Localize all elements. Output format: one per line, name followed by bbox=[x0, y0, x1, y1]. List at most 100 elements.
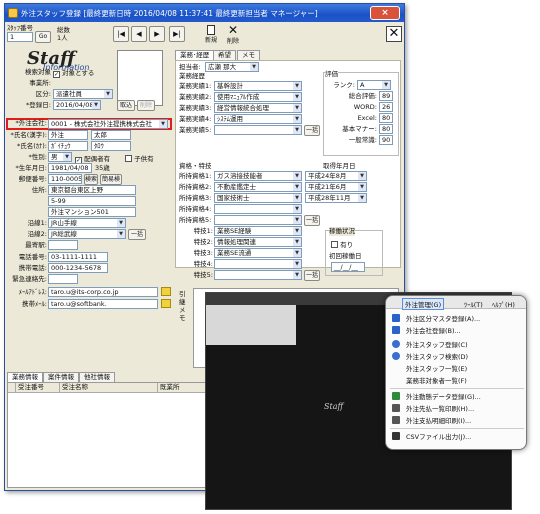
qual5-select[interactable]: ▼ bbox=[214, 215, 302, 225]
rank-select[interactable]: A ▼ bbox=[357, 80, 391, 90]
line1-select[interactable]: JR山手線 ▼ bbox=[48, 218, 126, 228]
menu-item-csv-export[interactable]: CSVファイル出力(J)... bbox=[392, 432, 471, 442]
regdate-import-button[interactable]: 取込 bbox=[117, 100, 135, 111]
prev-record-button[interactable]: ◀ bbox=[131, 26, 147, 42]
zip-simple-button[interactable]: 簡易検 bbox=[100, 174, 122, 185]
first-name-input[interactable]: 太郎 bbox=[91, 130, 131, 140]
zip-search-button[interactable]: 検索 bbox=[84, 174, 98, 185]
emergency-input[interactable] bbox=[48, 274, 78, 284]
regdate-input[interactable]: 2016/04/08 ▼ bbox=[53, 100, 101, 110]
status-label: 稼働状況 bbox=[329, 227, 355, 236]
tab-other-info[interactable]: 他社情報 bbox=[79, 372, 115, 382]
col-order-no[interactable]: 受注番号 bbox=[16, 383, 60, 393]
job2-select[interactable]: 使用ﾏﾆｭｱﾙ作成 ▼ bbox=[214, 92, 302, 102]
staff-no-input[interactable]: 1 bbox=[7, 32, 33, 42]
mobmail-input[interactable]: taro.u@softbank. bbox=[48, 299, 158, 309]
job4-label: 業務実績4: bbox=[179, 115, 212, 123]
tab-memo[interactable]: メモ bbox=[237, 50, 260, 60]
skill3-select[interactable]: 業務SE流通 ▼ bbox=[214, 248, 302, 258]
skill5-select[interactable]: ▼ bbox=[214, 270, 302, 280]
qual2-date[interactable]: 平成21年6月 ▼ bbox=[305, 182, 367, 192]
menu-item-dynamics-data[interactable]: 外注動態データ登録(G)... bbox=[392, 392, 481, 402]
mobmail-icon[interactable] bbox=[161, 299, 171, 308]
last-name-input[interactable]: 外注 bbox=[48, 130, 88, 140]
addr1-input[interactable]: 東京都台東区上野 bbox=[48, 185, 136, 195]
skill4-select[interactable]: ▼ bbox=[214, 259, 302, 269]
skill1-select[interactable]: 業務SE経験 ▼ bbox=[214, 226, 302, 236]
qual-bulk-button[interactable]: 一括 bbox=[304, 215, 320, 226]
tab-wish[interactable]: 希望 bbox=[213, 50, 236, 60]
qual3-select[interactable]: 国家技術士 ▼ bbox=[214, 193, 302, 203]
status-checkbox[interactable]: 有り bbox=[331, 239, 353, 249]
next-record-button[interactable]: ▶ bbox=[149, 26, 165, 42]
job3-select[interactable]: 経営情報統合処理 ▼ bbox=[214, 103, 302, 113]
mail-input[interactable]: taro.u@its-corp.co.jp bbox=[48, 287, 158, 297]
menu-item-company-registration[interactable]: 外注会社登録(B)... bbox=[392, 326, 461, 336]
qual4-select[interactable]: ▼ bbox=[214, 204, 302, 214]
printer-icon bbox=[392, 404, 400, 412]
addr3-input[interactable]: 外注マンション501 bbox=[48, 207, 136, 217]
menu-item-payment-detail-print[interactable]: 外注支払明細印刷(I)... bbox=[392, 416, 471, 426]
score3-input[interactable]: 80 bbox=[379, 113, 393, 123]
memo-label: 引継メモ bbox=[179, 290, 186, 322]
first-date-input[interactable]: __/__/__ bbox=[331, 262, 365, 272]
skill-section-label: 資格・特技 bbox=[179, 162, 212, 170]
col-order-name[interactable]: 受注名称 bbox=[60, 383, 158, 393]
close-form-icon[interactable]: ✕ bbox=[386, 26, 402, 42]
score1-input[interactable]: 89 bbox=[379, 91, 393, 101]
job4-select[interactable]: ｼｽﾃﾑ運用 ▼ bbox=[214, 114, 302, 124]
line2-select[interactable]: JR総武線 ▼ bbox=[48, 229, 126, 239]
zip-input[interactable]: 110-0005 bbox=[48, 174, 82, 184]
menu-item-staff-search[interactable]: 外注スタッフ検索(D) bbox=[392, 352, 468, 362]
mobile-input[interactable]: 000-1234-5678 bbox=[48, 263, 108, 273]
menu-item-category-master[interactable]: 外注区分マスタ登録(A)... bbox=[392, 314, 480, 324]
last-kana-input[interactable]: ｶﾞｲﾁｭｳ bbox=[48, 141, 88, 151]
children-checkbox[interactable]: 子供有 bbox=[125, 153, 154, 163]
delete-button[interactable]: ✕ 削除 bbox=[223, 24, 243, 46]
photo-frame[interactable] bbox=[117, 50, 163, 106]
job-bulk-button[interactable]: 一括 bbox=[304, 125, 320, 136]
score2-input[interactable]: 26 bbox=[379, 102, 393, 112]
menu-vendor-management[interactable]: 外注管理(G) bbox=[402, 298, 445, 310]
first-kana-input[interactable]: ﾀﾛｳ bbox=[91, 141, 131, 151]
charge-select[interactable]: 広瀬 那大 ▼ bbox=[205, 62, 259, 72]
addr2-input[interactable]: 5-99 bbox=[48, 196, 136, 206]
birth-input[interactable]: 1981/04/08 bbox=[48, 163, 92, 173]
delete-label: 削除 bbox=[226, 38, 239, 45]
qual2-select[interactable]: 不動産鑑定士 ▼ bbox=[214, 182, 302, 192]
go-button[interactable]: Go bbox=[35, 31, 51, 43]
window-close-button[interactable]: × bbox=[370, 6, 400, 20]
first-record-button[interactable]: |◀ bbox=[113, 26, 129, 42]
line-bulk-button[interactable]: 一括 bbox=[128, 229, 146, 240]
qual1-date[interactable]: 平成24年8月 ▼ bbox=[305, 171, 367, 181]
regdate-clear-button[interactable]: 削除 bbox=[137, 100, 155, 111]
score4-input[interactable]: 80 bbox=[379, 124, 393, 134]
score5-input[interactable]: 90 bbox=[379, 135, 393, 145]
regdate-label: *登録日: bbox=[26, 101, 51, 109]
skill-bulk-button[interactable]: 一括 bbox=[304, 270, 320, 281]
menu-item-staff-list[interactable]: 外注スタッフ一覧(E) bbox=[392, 364, 467, 374]
menu-item-payment-list-print[interactable]: 外注先払一覧印刷(H)... bbox=[392, 404, 474, 414]
class-select[interactable]: 派遣社員 ▼ bbox=[53, 89, 113, 99]
tab-case-info[interactable]: 案件情報 bbox=[43, 372, 79, 382]
mail-icon[interactable] bbox=[161, 287, 171, 296]
search-target-checkbox[interactable]: ✓ 対象とする bbox=[53, 67, 94, 78]
menubar: 外注管理(G) ﾂｰﾙ(T) ﾍﾙﾌﾟ(H) bbox=[386, 296, 526, 310]
menu-tools[interactable]: ﾂｰﾙ(T) bbox=[464, 299, 483, 309]
company-select[interactable]: 0001 - 株式会社外注提携株式会社 ▼ bbox=[48, 119, 168, 129]
vendor-management-menu: 外注管理(G) ﾂｰﾙ(T) ﾍﾙﾌﾟ(H) 外注区分マスタ登録(A)... 外… bbox=[385, 295, 527, 450]
last-record-button[interactable]: ▶| bbox=[169, 26, 185, 42]
job1-select[interactable]: 基幹設計 ▼ bbox=[214, 81, 302, 91]
new-button[interactable]: 新規 bbox=[201, 25, 221, 47]
station-input[interactable] bbox=[48, 240, 78, 250]
qual3-date[interactable]: 平成28年11月 ▼ bbox=[305, 193, 367, 203]
gender-select[interactable]: 男 ▼ bbox=[48, 152, 72, 162]
qual1-select[interactable]: ガス溶接技能者 ▼ bbox=[214, 171, 302, 181]
menu-item-staff-registration[interactable]: 外注スタッフ登録(C) bbox=[392, 340, 468, 350]
skill4-label: 特技4: bbox=[193, 260, 213, 268]
skill2-select[interactable]: 情報処理関連 ▼ bbox=[214, 237, 302, 247]
menu-item-non-target-list[interactable]: 業務非対象者一覧(F) bbox=[392, 376, 467, 386]
job5-select[interactable]: ▼ bbox=[214, 125, 302, 135]
tel-input[interactable]: 03-1111-1111 bbox=[48, 252, 108, 262]
menu-help[interactable]: ﾍﾙﾌﾟ(H) bbox=[492, 299, 515, 309]
